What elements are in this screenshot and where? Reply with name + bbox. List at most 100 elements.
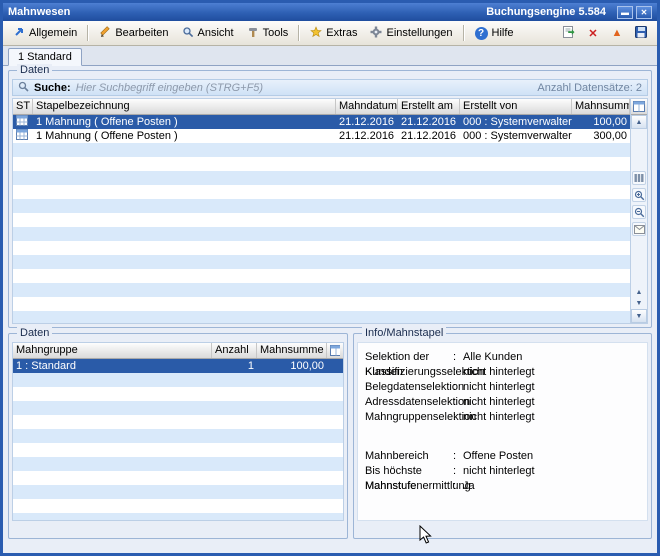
info-value: nicht hinterlegt xyxy=(463,410,643,425)
column-header-mahnsumme[interactable]: Mahnsumme € xyxy=(257,343,327,358)
mail-export-icon[interactable] xyxy=(632,222,646,236)
toolbar-button-label: Ansicht xyxy=(198,27,234,39)
info-separator: : xyxy=(453,410,463,425)
info-separator: : xyxy=(453,479,463,494)
column-header-erstellt-am[interactable]: Erstellt am xyxy=(398,99,460,114)
info-label: Belegdatenselektion xyxy=(365,380,453,395)
cell-mahngruppe: 1 : Standard xyxy=(13,359,212,373)
document-export-icon xyxy=(562,25,577,42)
info-panel: Selektion der Kunden : Alle Kunden Klass… xyxy=(357,342,648,521)
toolbar-button-allgemein[interactable]: Allgemein xyxy=(7,23,83,44)
mahngruppe-grid: Mahngruppe Anzahl Mahnsumme € 1 : Standa… xyxy=(13,343,343,520)
info-label: Adressdatenselektion xyxy=(365,395,453,410)
toolbar-button-tools[interactable]: Tools xyxy=(241,23,295,44)
cell-mahnsumme: 100,00 xyxy=(572,115,630,129)
column-header-mahndatum[interactable]: Mahndatum xyxy=(336,99,398,114)
info-separator: : xyxy=(453,449,463,464)
minimize-button[interactable]: ▬ xyxy=(617,6,633,19)
scrollbar-up-button[interactable]: ▲ xyxy=(631,115,647,129)
info-label: Selektion der Kunden xyxy=(365,350,453,365)
window-title: Mahnwesen xyxy=(8,6,70,18)
column-chooser-icon[interactable] xyxy=(327,343,343,358)
scrollbar-track[interactable] xyxy=(631,129,647,169)
cell-mahnsumme: 300,00 xyxy=(572,129,630,143)
status-bar xyxy=(8,539,652,553)
view-magnifier-icon xyxy=(182,26,194,41)
info-row: Adressdatenselektion : nicht hinterlegt xyxy=(365,395,643,410)
info-section-gap xyxy=(365,425,643,449)
columns-icon[interactable] xyxy=(632,171,646,185)
info-separator: : xyxy=(453,464,463,479)
scrollbar-down-button[interactable]: ▼ xyxy=(631,309,647,323)
empty-rows-filler xyxy=(13,373,343,520)
toolbar-button-einstellungen[interactable]: Einstellungen xyxy=(364,23,458,44)
info-separator: : xyxy=(453,350,463,365)
column-header-mahngruppe[interactable]: Mahngruppe xyxy=(13,343,212,358)
toolbar-separator xyxy=(87,25,89,41)
zoom-in-icon[interactable] xyxy=(632,188,646,202)
cell-erstellt-am: 21.12.2016 xyxy=(398,129,460,143)
info-value: nicht hinterlegt xyxy=(463,365,643,380)
cell-erstellt-am: 21.12.2016 xyxy=(398,115,460,129)
column-header-st[interactable]: ST xyxy=(13,99,33,114)
toolbar-button-extras[interactable]: Extras xyxy=(304,23,363,44)
info-value: Ja xyxy=(463,479,643,494)
row-type-icon xyxy=(13,129,33,143)
info-value: Alle Kunden xyxy=(463,350,643,365)
scrollbar-track[interactable] xyxy=(631,238,647,287)
zoom-out-icon[interactable] xyxy=(632,205,646,219)
toolbar-separator xyxy=(298,25,300,41)
info-row: Belegdatenselektion : nicht hinterlegt xyxy=(365,380,643,395)
column-header-erstellt-von[interactable]: Erstellt von xyxy=(460,99,572,114)
main-toolbar: Allgemein Bearbeiten Ansicht Tools Extra… xyxy=(3,21,657,46)
search-bar: Suche: Anzahl Datensätze: 2 xyxy=(12,79,648,96)
cell-erstellt-von: 000 : Systemverwalter xyxy=(460,115,572,129)
info-row: Selektion der Kunden : Alle Kunden xyxy=(365,350,643,365)
batch-grid: ST Stapelbezeichnung Mahndatum Erstellt … xyxy=(13,99,630,323)
column-chooser-icon[interactable] xyxy=(631,99,647,115)
column-header-anzahl[interactable]: Anzahl xyxy=(212,343,257,358)
info-value: nicht hinterlegt xyxy=(463,395,643,410)
info-label: Klassifizierungsselektion xyxy=(365,365,453,380)
cell-mahnsumme: 100,00 xyxy=(257,359,327,373)
cell-mahndatum: 21.12.2016 xyxy=(336,129,398,143)
table-row[interactable]: 1 Mahnung ( Offene Posten ) 21.12.2016 2… xyxy=(13,129,630,143)
toolbar-separator xyxy=(463,25,465,41)
record-prev-button[interactable]: ▲ xyxy=(631,287,647,298)
info-group-box: Info/Mahnstapel Selektion der Kunden : A… xyxy=(353,333,652,539)
info-value: nicht hinterlegt xyxy=(463,464,643,479)
toolbar-button-bearbeiten[interactable]: Bearbeiten xyxy=(93,23,174,44)
export-button[interactable] xyxy=(560,25,578,41)
search-label: Suche: xyxy=(34,82,71,94)
search-input[interactable] xyxy=(76,82,533,94)
side-tool-icons xyxy=(631,169,647,238)
record-next-button[interactable]: ▼ xyxy=(631,298,647,309)
search-icon xyxy=(18,81,29,95)
column-header-mahnsumme[interactable]: Mahnsumme € xyxy=(572,99,630,114)
settings-gear-icon xyxy=(370,26,382,41)
toolbar-button-hilfe[interactable]: ? Hilfe xyxy=(469,24,520,43)
group-label: Info/Mahnstapel xyxy=(362,327,446,339)
nav-arrow-icon xyxy=(13,26,25,41)
close-button[interactable]: ✕ xyxy=(636,6,652,19)
table-row[interactable]: 1 Mahnung ( Offene Posten ) 21.12.2016 2… xyxy=(13,115,630,129)
mahngruppe-table-header: Mahngruppe Anzahl Mahnsumme € xyxy=(13,343,343,359)
save-button[interactable] xyxy=(632,25,650,41)
info-row: Klassifizierungsselektion : nicht hinter… xyxy=(365,365,643,380)
batch-group-box: Daten Suche: Anzahl Datensätze: 2 ST Sta… xyxy=(8,70,652,328)
toolbar-button-label: Extras xyxy=(326,27,357,39)
info-separator: : xyxy=(453,380,463,395)
toolbar-button-ansicht[interactable]: Ansicht xyxy=(176,23,240,44)
toolbar-right-group: ✕ ▲ xyxy=(560,25,653,41)
info-row: Mahnbereich : Offene Posten xyxy=(365,449,643,464)
upload-button[interactable]: ▲ xyxy=(608,25,626,41)
delete-button[interactable]: ✕ xyxy=(584,25,602,41)
table-row[interactable]: 1 : Standard 1 100,00 xyxy=(13,359,343,373)
column-header-stapelbezeichnung[interactable]: Stapelbezeichnung xyxy=(33,99,336,114)
table-side-strip: ▲ ▲ ▼ ▼ xyxy=(630,99,647,323)
cell-stapelbezeichnung: 1 Mahnung ( Offene Posten ) xyxy=(33,129,336,143)
tools-hammer-icon xyxy=(247,26,259,41)
app-window: Mahnwesen Buchungsengine 5.584 ▬ ✕ Allge… xyxy=(0,0,660,556)
toolbar-button-label: Bearbeiten xyxy=(115,27,168,39)
info-label: Mahngruppenselektion xyxy=(365,410,453,425)
